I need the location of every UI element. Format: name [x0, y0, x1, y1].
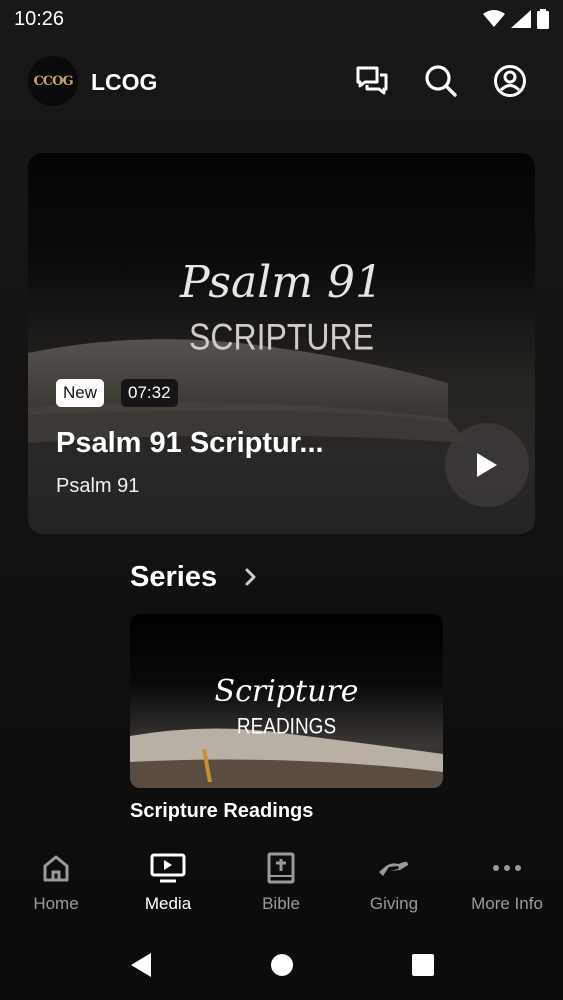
play-button[interactable]: [445, 423, 529, 507]
series-card-title[interactable]: Scripture Readings: [130, 800, 313, 823]
more-icon: [492, 850, 522, 886]
status-icons: [483, 9, 549, 29]
featured-media-card[interactable]: Psalm 91 SCRIPTURE New 07:32 Psalm 91 Sc…: [28, 153, 535, 534]
series-header[interactable]: Series: [130, 557, 257, 597]
wifi-icon: [483, 10, 505, 27]
hero-art-subtitle: SCRIPTURE: [189, 316, 374, 358]
logo-text: CCOG: [33, 73, 73, 89]
search-icon: [425, 65, 457, 97]
bottom-nav: Home Media Bible Giving More Info: [0, 840, 563, 920]
nav-giving[interactable]: Giving: [338, 850, 450, 920]
giving-icon: [378, 850, 410, 886]
play-icon: [477, 453, 497, 477]
series-art-title: Scripture: [214, 674, 359, 709]
nav-more-info[interactable]: More Info: [451, 850, 563, 920]
nav-label-bible: Bible: [262, 894, 300, 913]
circle-icon: [271, 954, 293, 976]
status-bar: 10:26: [0, 0, 563, 40]
app-header: CCOG LCOG: [0, 56, 563, 108]
nav-bible[interactable]: Bible: [225, 850, 337, 920]
nav-home[interactable]: Home: [0, 850, 112, 920]
nav-label-home: Home: [33, 894, 79, 913]
series-card[interactable]: Scripture READINGS: [130, 614, 443, 788]
nav-label-media: Media: [144, 894, 192, 913]
app-logo[interactable]: CCOG: [28, 56, 78, 106]
battery-icon: [537, 9, 549, 29]
series-art-subtitle: READINGS: [236, 715, 337, 740]
signal-icon: [511, 10, 531, 28]
hero-title: Psalm 91 Scriptur...: [56, 427, 324, 459]
system-nav-bar: [0, 930, 563, 1000]
series-title: Series: [130, 560, 218, 593]
search-button[interactable]: [424, 64, 458, 98]
account-button[interactable]: [493, 64, 527, 98]
nav-media[interactable]: Media: [112, 850, 224, 920]
hero-series-name: Psalm 91: [56, 475, 140, 497]
account-icon: [494, 65, 526, 97]
hero-art-title: Psalm 91: [179, 257, 383, 308]
chat-icon: [356, 66, 388, 95]
bible-icon: [267, 850, 295, 886]
back-icon: [131, 953, 151, 977]
chevron-right-icon: [245, 568, 257, 586]
status-time: 10:26: [14, 8, 65, 30]
home-icon: [41, 850, 71, 886]
media-icon: [150, 850, 186, 886]
app-title: LCOG: [91, 69, 158, 95]
home-system-button[interactable]: [267, 950, 297, 980]
recents-button[interactable]: [408, 950, 438, 980]
duration-badge: 07:32: [121, 379, 178, 407]
back-button[interactable]: [126, 950, 156, 980]
nav-label-more-info: More Info: [471, 894, 543, 913]
chat-button[interactable]: [355, 64, 389, 98]
new-badge: New: [56, 379, 105, 407]
nav-label-giving: Giving: [369, 894, 419, 913]
square-icon: [412, 954, 434, 976]
